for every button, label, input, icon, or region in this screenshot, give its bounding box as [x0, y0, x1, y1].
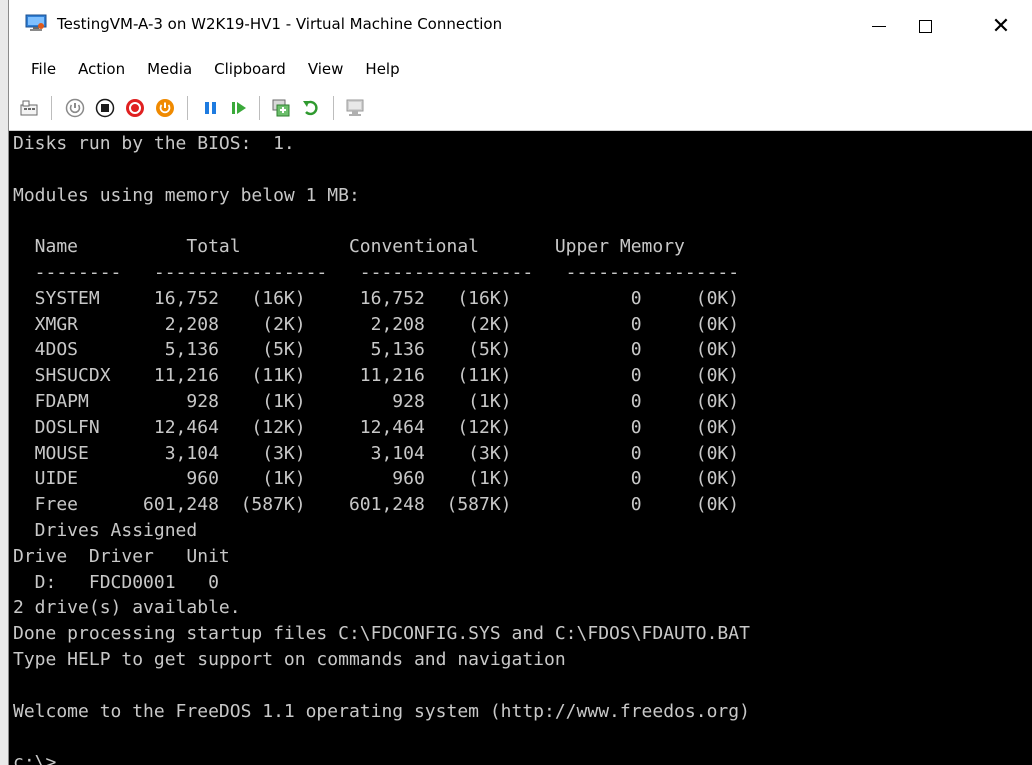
- maximize-icon: [918, 19, 932, 33]
- console-line: XMGR 2,208 (2K) 2,208 (2K) 0 (0K): [13, 313, 740, 335]
- minimize-icon: [872, 25, 886, 27]
- toolbar: [9, 86, 1032, 131]
- console-line: Name Total Conventional Upper Memory: [13, 236, 685, 258]
- pause-icon[interactable]: [201, 98, 221, 118]
- resume-icon[interactable]: [229, 98, 249, 118]
- turn-off-icon[interactable]: [95, 98, 115, 118]
- power-icon[interactable]: [155, 98, 175, 118]
- toolbar-separator: [51, 96, 52, 120]
- vm-connection-app-icon: [25, 14, 47, 31]
- menu-file[interactable]: File: [9, 52, 67, 86]
- vm-connection-window: TestingVM-A-3 on W2K19-HV1 - Virtual Mac…: [8, 0, 1032, 765]
- console-line: DOSLFN 12,464 (12K) 12,464 (12K) 0 (0K): [13, 416, 740, 438]
- console-line: -------- ---------------- --------------…: [13, 261, 740, 283]
- console-line: SYSTEM 16,752 (16K) 16,752 (16K) 0 (0K): [13, 287, 740, 309]
- console-line: Free 601,248 (587K) 601,248 (587K) 0 (0K…: [13, 494, 740, 516]
- menu-clipboard[interactable]: Clipboard: [203, 52, 297, 86]
- maximize-button[interactable]: [902, 0, 948, 52]
- console-line: 2 drive(s) available.: [13, 597, 241, 619]
- ctrl-alt-del-icon[interactable]: [19, 98, 39, 118]
- window-title: TestingVM-A-3 on W2K19-HV1 - Virtual Mac…: [57, 15, 503, 33]
- console-line: Drive Driver Unit: [13, 545, 230, 567]
- console-line: MOUSE 3,104 (3K) 3,104 (3K) 0 (0K): [13, 442, 740, 464]
- minimize-button[interactable]: [856, 0, 902, 52]
- title-bar[interactable]: TestingVM-A-3 on W2K19-HV1 - Virtual Mac…: [9, 0, 1032, 52]
- console-line: UIDE 960 (1K) 960 (1K) 0 (0K): [13, 468, 740, 490]
- console-line: Modules using memory below 1 MB:: [13, 184, 360, 206]
- console-line: Type HELP to get support on commands and…: [13, 648, 566, 670]
- revert-icon[interactable]: [301, 98, 321, 118]
- toolbar-separator: [187, 96, 188, 120]
- toolbar-separator: [333, 96, 334, 120]
- start-icon[interactable]: [65, 98, 85, 118]
- menu-help[interactable]: Help: [354, 52, 410, 86]
- console-line: c:\>: [13, 752, 57, 765]
- console-line: Disks run by the BIOS: 1.: [13, 133, 295, 154]
- enhanced-session-icon[interactable]: [345, 98, 365, 118]
- console-line: Welcome to the FreeDOS 1.1 operating sys…: [13, 700, 750, 722]
- console-line: Drives Assigned: [13, 519, 198, 541]
- console-line: 4DOS 5,136 (5K) 5,136 (5K) 0 (0K): [13, 339, 740, 361]
- toolbar-separator: [259, 96, 260, 120]
- vm-console-screen[interactable]: Disks run by the BIOS: 1. Modules using …: [9, 131, 1032, 765]
- console-line: Done processing startup files C:\FDCONFI…: [13, 623, 750, 645]
- shut-down-icon[interactable]: [125, 98, 145, 118]
- close-icon: ✕: [991, 13, 1011, 39]
- close-button[interactable]: ✕: [978, 0, 1024, 52]
- console-line: SHSUCDX 11,216 (11K) 11,216 (11K) 0 (0K): [13, 365, 740, 387]
- console-output: Disks run by the BIOS: 1. Modules using …: [13, 131, 750, 765]
- checkpoint-icon[interactable]: [271, 98, 291, 118]
- console-line: D: FDCD0001 0: [13, 571, 219, 593]
- menu-view[interactable]: View: [297, 52, 355, 86]
- console-line: FDAPM 928 (1K) 928 (1K) 0 (0K): [13, 390, 740, 412]
- menu-bar: File Action Media Clipboard View Help: [9, 52, 1032, 86]
- menu-action[interactable]: Action: [67, 52, 136, 86]
- menu-media[interactable]: Media: [136, 52, 203, 86]
